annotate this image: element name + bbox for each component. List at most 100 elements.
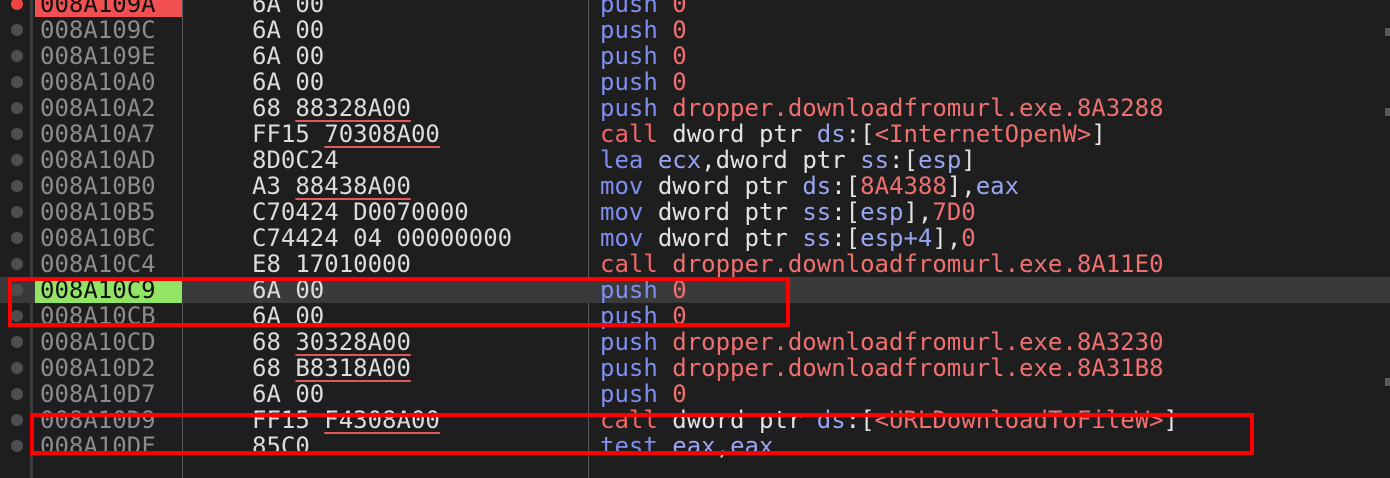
row-address[interactable]: 008A10D2	[35, 355, 182, 381]
mnemonic: push	[600, 276, 658, 304]
row-address[interactable]: 008A10D9	[35, 407, 182, 433]
operand-token: 0	[672, 276, 687, 304]
row-instruction: push 0	[600, 303, 687, 329]
row-bytes: E8 17010000	[252, 251, 411, 277]
row-instruction: push 0	[600, 43, 687, 69]
immediate-bytes: F4308A00	[324, 406, 440, 434]
disasm-row[interactable]: 008A10CD 68 30328A00 push dropper.download…	[0, 329, 1390, 355]
operand-token: :[	[845, 120, 875, 148]
disasm-row[interactable]: 008A10DF 85C0 test eax,eax	[0, 433, 1390, 459]
row-address[interactable]: 008A10AD	[35, 147, 182, 173]
row-bytes: 6A 00	[252, 69, 324, 95]
breakpoint-icon[interactable]	[11, 0, 23, 10]
breakpoint-slot-icon[interactable]	[11, 284, 23, 296]
disasm-row[interactable]: 008A109E 6A 00 push 0	[0, 43, 1390, 69]
row-instruction: mov dword ptr ds:[8A4388],eax	[600, 173, 1019, 199]
disassembly-listing[interactable]: 008A109A 6A 00 push 0 008A109C 6A 00 push 0 00…	[0, 0, 1390, 459]
immediate-bytes: 88438A00	[295, 172, 411, 200]
breakpoint-slot-icon[interactable]	[11, 128, 23, 140]
row-address[interactable]: 008A10A2	[35, 95, 182, 121]
mnemonic: push	[600, 42, 658, 70]
breakpoint-slot-icon[interactable]	[11, 24, 23, 36]
row-address[interactable]: 008A10DF	[35, 433, 182, 459]
disasm-row[interactable]: 008A10BC C74424 04 00000000 mov dword ptr …	[0, 225, 1390, 251]
opcode-bytes: FF15	[252, 406, 325, 434]
disasm-row[interactable]: 008A10CB 6A 00 push 0	[0, 303, 1390, 329]
row-bytes: FF15 70308A00	[252, 121, 440, 147]
row-bytes: 8D0C24	[252, 147, 339, 173]
operand-token: esp	[860, 198, 904, 226]
scroll-marker	[1385, 108, 1390, 116]
opcode-bytes: FF15	[252, 120, 325, 148]
disasm-row[interactable]: 008A10B5 C70424 D0070000 mov dword ptr ss:…	[0, 199, 1390, 225]
operand-token: ,	[715, 432, 731, 460]
row-address[interactable]: 008A10B5	[35, 199, 182, 225]
row-bytes: C74424 04 00000000	[252, 225, 512, 251]
row-instruction: push 0	[600, 277, 687, 303]
disasm-row[interactable]: 008A10A0 6A 00 push 0	[0, 69, 1390, 95]
row-instruction: push dropper.downloadfromurl.exe.8A3288	[600, 95, 1164, 121]
disasm-row[interactable]: 008A10C4 E8 17010000 call dropper.download…	[0, 251, 1390, 277]
disasm-row[interactable]: 008A10A7 FF15 70308A00 call dword ptr ds:[…	[0, 121, 1390, 147]
operand-token: 0	[672, 302, 687, 330]
disasm-row[interactable]: 008A10A2 68 88328A00 push dropper.download…	[0, 95, 1390, 121]
disasm-row[interactable]: 008A10D2 68 B8318A00 push dropper.download…	[0, 355, 1390, 381]
row-bytes: FF15 F4308A00	[252, 407, 440, 433]
breakpoint-slot-icon[interactable]	[11, 388, 23, 400]
row-address[interactable]: 008A10A7	[35, 121, 182, 147]
mnemonic: push	[600, 328, 658, 356]
row-address[interactable]: 008A10CB	[35, 303, 182, 329]
row-address[interactable]: 008A10D7	[35, 381, 182, 407]
breakpoint-slot-icon[interactable]	[11, 310, 23, 322]
row-bytes: 6A 00	[252, 381, 324, 407]
row-address[interactable]: 008A109E	[35, 43, 182, 69]
breakpoint-slot-icon[interactable]	[11, 232, 23, 244]
operand-token: 7D0	[932, 198, 976, 226]
row-address[interactable]: 008A10CD	[35, 329, 182, 355]
operand-token: ss	[860, 146, 890, 174]
disasm-row[interactable]: 008A109A 6A 00 push 0	[0, 0, 1390, 17]
immediate-bytes: 88328A00	[295, 94, 411, 122]
row-bytes: 6A 00	[252, 17, 324, 43]
breakpoint-slot-icon[interactable]	[11, 258, 23, 270]
opcode-bytes: 6A 00	[252, 42, 325, 70]
operand-token: dropper.downloadfromurl.exe.8A3288	[672, 94, 1164, 122]
row-address[interactable]: 008A109A	[35, 0, 182, 17]
row-address[interactable]: 008A10B0	[35, 173, 182, 199]
breakpoint-slot-icon[interactable]	[11, 102, 23, 114]
operand-token: ds	[802, 172, 832, 200]
operand-token: 0	[672, 68, 687, 96]
breakpoint-slot-icon[interactable]	[11, 76, 23, 88]
operand-token: 0	[961, 224, 976, 252]
mnemonic: push	[600, 16, 658, 44]
row-bytes: 85C0	[252, 433, 310, 459]
immediate-bytes: B8318A00	[295, 354, 411, 382]
breakpoint-slot-icon[interactable]	[11, 50, 23, 62]
disasm-row[interactable]: 008A10AD 8D0C24 lea ecx,dword ptr ss:[esp]	[0, 147, 1390, 173]
mnemonic: push	[600, 302, 658, 330]
row-bytes: C70424 D0070000	[252, 199, 469, 225]
disasm-row[interactable]: 008A10D9 FF15 F4308A00 call dword ptr ds:[…	[0, 407, 1390, 433]
mnemonic: call	[600, 406, 658, 434]
row-address[interactable]: 008A10A0	[35, 69, 182, 95]
mnemonic: mov	[600, 172, 644, 200]
disasm-row[interactable]: 008A10D7 6A 00 push 0	[0, 381, 1390, 407]
disasm-row[interactable]: 008A10C9 6A 00 push 0	[0, 277, 1390, 303]
row-instruction: push 0	[600, 0, 687, 17]
breakpoint-slot-icon[interactable]	[11, 206, 23, 218]
breakpoint-slot-icon[interactable]	[11, 336, 23, 348]
row-address[interactable]: 008A10BC	[35, 225, 182, 251]
operand-token: :[	[831, 198, 861, 226]
breakpoint-slot-icon[interactable]	[11, 154, 23, 166]
breakpoint-slot-icon[interactable]	[11, 180, 23, 192]
row-address[interactable]: 008A10C9	[35, 277, 182, 303]
immediate-bytes: 70308A00	[324, 120, 440, 148]
breakpoint-slot-icon[interactable]	[11, 440, 23, 452]
disasm-row[interactable]: 008A10B0 A3 88438A00 mov dword ptr ds:[8A4…	[0, 173, 1390, 199]
breakpoint-slot-icon[interactable]	[11, 414, 23, 426]
operand-token: 0	[672, 42, 687, 70]
row-address[interactable]: 008A109C	[35, 17, 182, 43]
disasm-row[interactable]: 008A109C 6A 00 push 0	[0, 17, 1390, 43]
breakpoint-slot-icon[interactable]	[11, 362, 23, 374]
row-address[interactable]: 008A10C4	[35, 251, 182, 277]
